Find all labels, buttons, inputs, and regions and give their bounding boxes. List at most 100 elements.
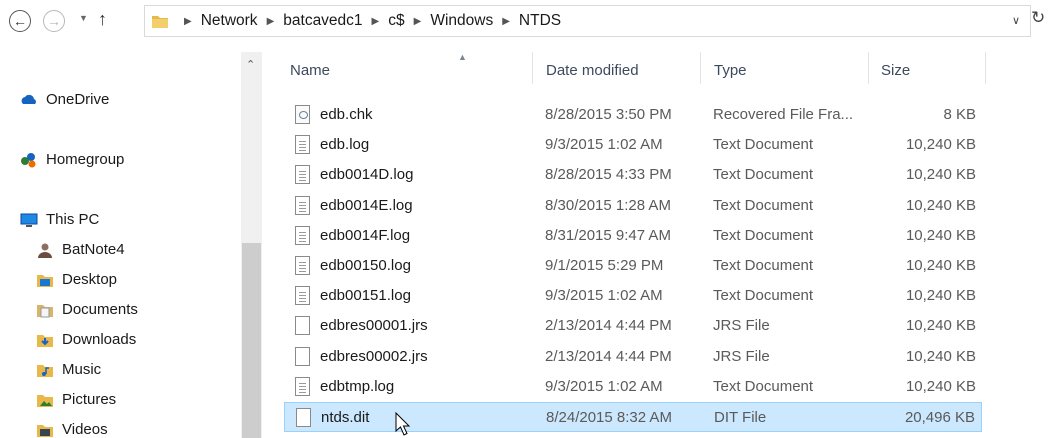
file-type: Text Document — [713, 378, 814, 395]
file-name: ntds.dit — [321, 409, 370, 426]
text-file-icon — [295, 377, 310, 396]
file-row[interactable]: edbres00001.jrs 2/13/2014 4:44 PM JRS File… — [284, 311, 982, 341]
file-row[interactable]: edbtmp.log 9/3/2015 1:02 AM Text Document 1… — [284, 372, 982, 402]
nav-item-onedrive[interactable]: OneDrive — [20, 91, 109, 108]
refresh-button[interactable]: ↻ — [1031, 8, 1045, 28]
nav-item-pictures[interactable]: Pictures — [36, 391, 116, 408]
file-row[interactable]: edb.log 9/3/2015 1:02 AM Text Document 10,2… — [284, 130, 982, 160]
file-row[interactable]: edb0014D.log 8/28/2015 4:33 PM Text Docume… — [284, 160, 982, 190]
file-type: Text Document — [713, 197, 814, 214]
nav-item-batnote4[interactable]: BatNote4 — [36, 241, 125, 258]
file-row[interactable]: edbres00002.jrs 2/13/2014 4:44 PM JRS File… — [284, 342, 982, 372]
file-row[interactable]: ntds.dit 8/24/2015 8:32 AM DIT File 20,496 … — [284, 402, 982, 432]
file-date-modified: 9/1/2015 5:29 PM — [545, 257, 664, 274]
nav-label: Homegroup — [46, 151, 125, 168]
address-toolbar: ← → ▼ ↑ ▶ Network ▶ batcavedc1 ▶ c$ ▶ Wi… — [0, 0, 1049, 44]
file-row[interactable]: edb0014F.log 8/31/2015 9:47 AM Text Docume… — [284, 221, 982, 251]
scroll-up-icon[interactable]: ⌃ — [246, 58, 255, 71]
nav-label: Documents — [62, 301, 138, 318]
file-type: Text Document — [713, 136, 814, 153]
file-date-modified: 8/24/2015 8:32 AM — [546, 409, 672, 426]
file-name: edbres00001.jrs — [320, 317, 428, 334]
file-size: 10,240 KB — [905, 227, 976, 244]
column-divider[interactable] — [868, 52, 869, 84]
column-divider[interactable] — [985, 52, 986, 84]
column-header-type[interactable]: Type — [714, 62, 747, 79]
address-bar[interactable]: ▶ Network ▶ batcavedc1 ▶ c$ ▶ Windows ▶ … — [144, 5, 1031, 37]
breadcrumb-batcavedc1[interactable]: batcavedc1 — [283, 12, 362, 30]
file-name: edb00150.log — [320, 257, 411, 274]
column-divider[interactable] — [532, 52, 533, 84]
nav-scrollbar-thumb[interactable] — [242, 243, 261, 438]
file-type: Text Document — [713, 166, 814, 183]
file-size: 10,240 KB — [905, 136, 976, 153]
up-one-level-button[interactable]: ↑ — [98, 9, 107, 30]
file-size: 10,240 KB — [905, 197, 976, 214]
music-folder-icon — [37, 364, 53, 377]
chevron-right-icon[interactable]: ▶ — [267, 16, 275, 27]
file-date-modified: 2/13/2014 4:44 PM — [545, 317, 672, 334]
desktop-folder-icon — [37, 274, 53, 287]
chevron-right-icon[interactable]: ▶ — [414, 16, 422, 27]
forward-button[interactable]: → — [43, 10, 65, 32]
nav-label: This PC — [46, 211, 100, 228]
file-size: 10,240 KB — [905, 287, 976, 304]
recent-locations-dropdown[interactable]: ▼ — [79, 13, 88, 23]
file-size: 8 KB — [943, 106, 976, 123]
file-row[interactable]: edb.chk 8/28/2015 3:50 PM Recovered File F… — [284, 100, 982, 130]
file-size: 10,240 KB — [905, 166, 976, 183]
file-size: 20,496 KB — [904, 409, 975, 426]
downloads-folder-icon — [37, 334, 53, 347]
nav-item-music[interactable]: Music — [36, 361, 101, 378]
breadcrumb-network[interactable]: Network — [201, 12, 258, 30]
chevron-right-icon[interactable]: ▶ — [372, 16, 380, 27]
file-type: Recovered File Fra... — [713, 106, 854, 123]
file-row[interactable]: edb0014E.log 8/30/2015 1:28 AM Text Docume… — [284, 191, 982, 221]
file-date-modified: 8/30/2015 1:28 AM — [545, 197, 671, 214]
chevron-right-icon[interactable]: ▶ — [502, 16, 510, 27]
file-name: edb0014D.log — [320, 166, 414, 183]
file-name: edb0014F.log — [320, 227, 411, 244]
nav-label: Downloads — [62, 331, 137, 348]
column-header-name[interactable]: Name — [290, 62, 330, 79]
file-size: 10,240 KB — [905, 378, 976, 395]
nav-label: OneDrive — [46, 91, 110, 108]
nav-item-documents[interactable]: Documents — [36, 301, 138, 318]
file-date-modified: 8/28/2015 4:33 PM — [545, 166, 672, 183]
file-row[interactable]: edb00150.log 9/1/2015 5:29 PM Text Documen… — [284, 251, 982, 281]
nav-item-desktop[interactable]: Desktop — [36, 271, 117, 288]
arrow-right-icon: → — [47, 13, 61, 29]
pictures-folder-icon — [37, 394, 53, 407]
breadcrumb-windows[interactable]: Windows — [430, 12, 493, 30]
breadcrumb-c-share[interactable]: c$ — [388, 12, 404, 30]
file-type: JRS File — [713, 348, 770, 365]
breadcrumb-ntds[interactable]: NTDS — [519, 12, 561, 30]
address-history-dropdown[interactable]: ∨ — [1012, 14, 1020, 27]
homegroup-icon — [21, 152, 36, 167]
nav-label: Desktop — [62, 271, 118, 288]
back-button[interactable]: ← — [9, 10, 31, 32]
file-type: DIT File — [714, 409, 767, 426]
column-divider[interactable] — [700, 52, 701, 84]
column-header-size[interactable]: Size — [881, 62, 910, 79]
file-type: Text Document — [713, 257, 814, 274]
file-name: edb.log — [320, 136, 370, 153]
nav-item-videos[interactable]: Videos — [36, 421, 108, 438]
user-folder-icon — [38, 243, 52, 258]
mouse-cursor-icon — [395, 412, 411, 436]
nav-item-downloads[interactable]: Downloads — [36, 331, 136, 348]
nav-item-this-pc[interactable]: This PC — [20, 211, 99, 228]
file-date-modified: 2/13/2014 4:44 PM — [545, 348, 672, 365]
file-name: edb0014E.log — [320, 197, 413, 214]
file-date-modified: 9/3/2015 1:02 AM — [545, 378, 663, 395]
column-header-date-modified[interactable]: Date modified — [546, 62, 639, 79]
nav-item-homegroup[interactable]: Homegroup — [20, 151, 124, 168]
file-type: Text Document — [713, 287, 814, 304]
arrow-left-icon: ← — [13, 13, 27, 29]
file-row[interactable]: edb00151.log 9/3/2015 1:02 AM Text Documen… — [284, 281, 982, 311]
file-size: 10,240 KB — [905, 257, 976, 274]
text-file-icon — [295, 256, 310, 275]
documents-folder-icon — [37, 304, 53, 317]
folder-icon — [152, 16, 168, 28]
text-file-icon — [295, 165, 310, 184]
